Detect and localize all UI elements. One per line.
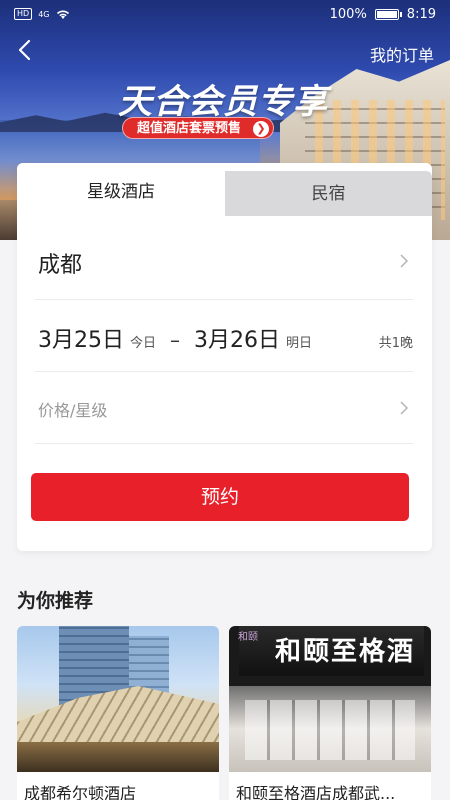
battery-fill bbox=[376, 10, 397, 18]
battery-icon bbox=[374, 8, 402, 20]
city-value: 成都 bbox=[38, 253, 83, 278]
recommendations-title: 为你推荐 bbox=[17, 590, 94, 612]
hd-icon: HD bbox=[14, 8, 33, 20]
checkout-label: 明日 bbox=[286, 336, 313, 351]
my-orders-link[interactable]: 我的订单 bbox=[370, 42, 434, 66]
battery-percent: 100% bbox=[329, 6, 367, 22]
tab-star-hotel[interactable]: 星级酒店 bbox=[17, 163, 225, 216]
status-left: HD 4G bbox=[14, 8, 71, 20]
date-selector[interactable]: 3月25日 今日 – 3月26日 明日 共1晚 bbox=[35, 300, 413, 372]
chevron-right-icon bbox=[400, 401, 409, 415]
city-selector[interactable]: 成都 bbox=[35, 225, 413, 300]
hotel-name: 和颐至格酒店成都武... bbox=[236, 784, 396, 800]
status-bar: HD 4G 100% 8:19 bbox=[0, 0, 450, 28]
promo-pill-button[interactable]: 超值酒店套票预售 ❯ bbox=[122, 117, 275, 139]
price-star-selector[interactable]: 价格/星级 bbox=[35, 372, 413, 444]
wifi-icon bbox=[57, 10, 70, 19]
banner-title: 天合会员专享 bbox=[118, 82, 328, 122]
photo-canopy bbox=[17, 686, 219, 746]
hotel-sign: 和颐至格酒店 bbox=[239, 626, 424, 719]
promo-text: 超值酒店套票预售 bbox=[137, 121, 242, 136]
hotel-name: 成都希尔顿酒店 bbox=[24, 784, 137, 800]
tab-bar: 民宿 星级酒店 bbox=[17, 163, 432, 216]
clock: 8:19 bbox=[406, 6, 436, 22]
tab-homestay[interactable]: 民宿 bbox=[225, 171, 432, 216]
checkin-label: 今日 bbox=[130, 336, 157, 351]
recommendation-card[interactable]: 成都希尔顿酒店 bbox=[17, 626, 219, 800]
photo-ground bbox=[17, 742, 219, 772]
chevron-right-icon: ❯ bbox=[253, 121, 270, 137]
chevron-right-icon bbox=[400, 254, 409, 268]
price-star-placeholder: 价格/星级 bbox=[38, 401, 108, 420]
book-button[interactable]: 预约 bbox=[31, 473, 409, 521]
checkout-date: 3月26日 bbox=[194, 328, 281, 353]
network-4g-icon: 4G bbox=[38, 9, 50, 19]
nights-count: 共1晚 bbox=[378, 336, 413, 351]
hotel-search-card: 民宿 星级酒店 成都 3月25日 今日 – 3月26日 明日 共1晚 价格/星级… bbox=[17, 163, 432, 551]
status-right: 100% 8:19 bbox=[330, 7, 436, 22]
hotel-photo: 和颐至格酒店 和颐 bbox=[229, 626, 431, 772]
back-arrow-icon[interactable] bbox=[14, 38, 38, 62]
date-range: 3月25日 今日 – 3月26日 明日 bbox=[38, 322, 312, 354]
photo-lobby bbox=[229, 686, 431, 772]
date-separator: – bbox=[170, 328, 181, 352]
hotel-logo: 和颐 bbox=[238, 632, 258, 643]
checkin-date: 3月25日 bbox=[38, 328, 124, 353]
hotel-photo bbox=[17, 626, 219, 772]
recommendation-card[interactable]: 和颐至格酒店 和颐 和颐至格酒店成都武... bbox=[229, 626, 431, 800]
